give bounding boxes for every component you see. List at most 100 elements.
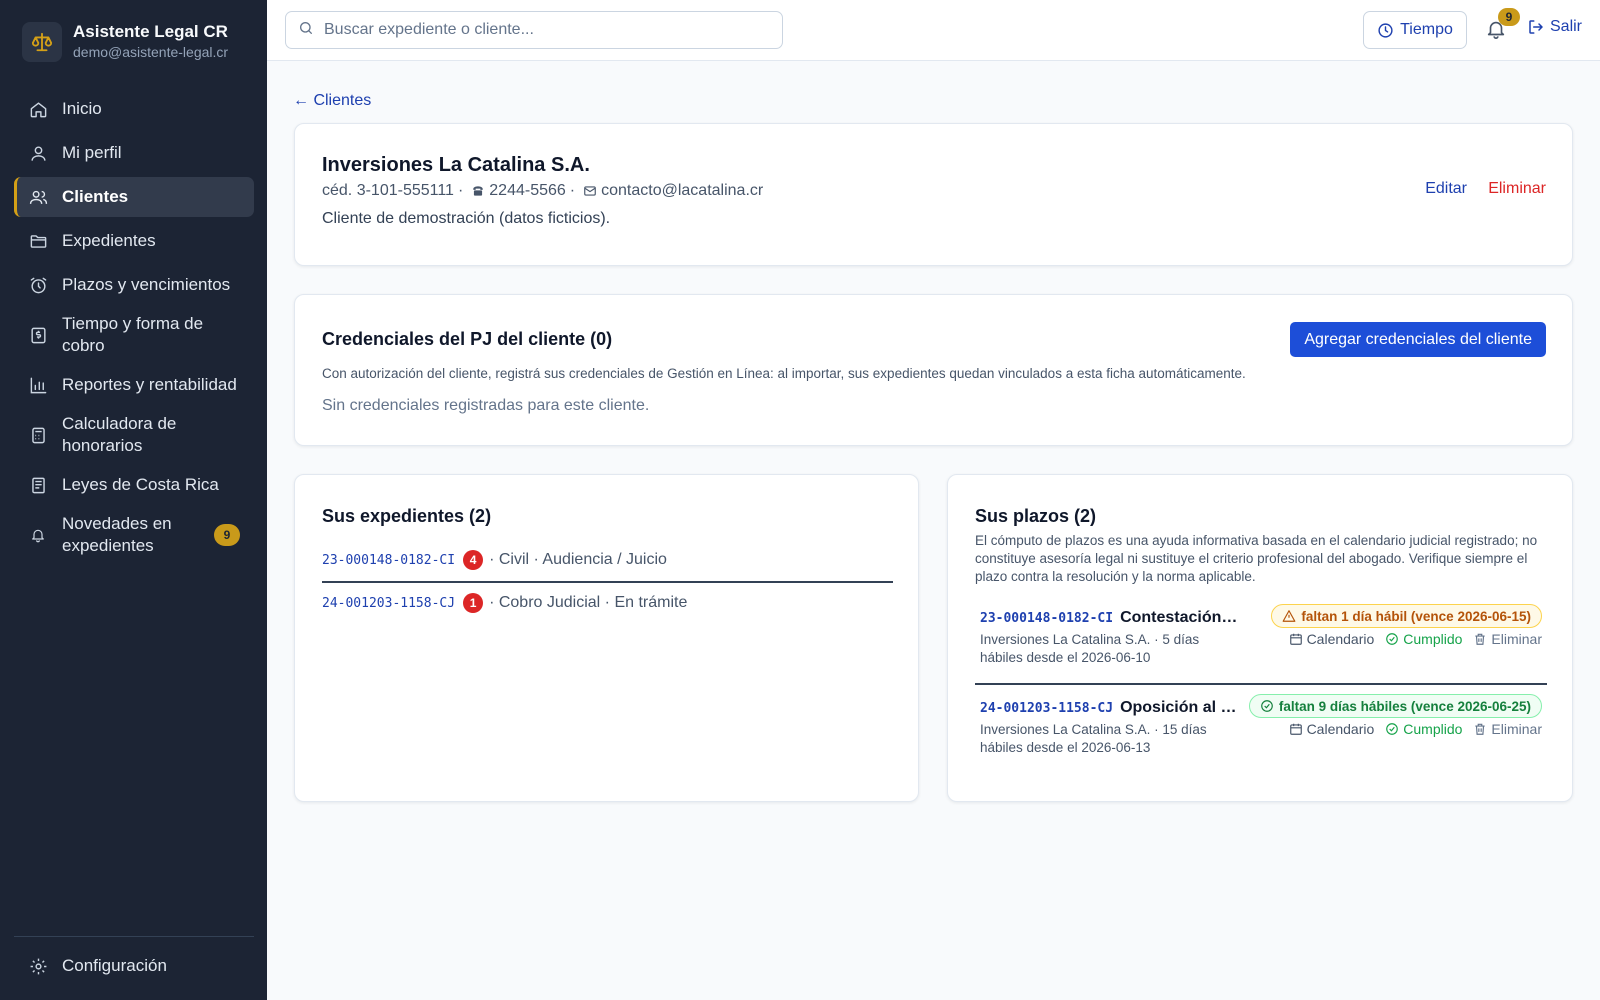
calendar-button[interactable]: Calendario xyxy=(1289,721,1375,737)
expedientes-title: Sus expedientes (2) xyxy=(322,506,492,526)
sidebar-item-label: Clientes xyxy=(62,187,129,206)
calendar-icon xyxy=(1289,723,1302,735)
home-icon xyxy=(28,99,48,119)
clock-icon xyxy=(1377,22,1394,39)
plazos-title: Sus plazos (2) xyxy=(975,506,1097,526)
sidebar: Asistente Legal CR demo@asistente-legal.… xyxy=(0,0,267,1000)
sidebar-item-label: Calculadora de honorarios xyxy=(62,414,177,455)
expediente-link[interactable]: 24-001203-1158-CJ xyxy=(322,596,455,611)
search-icon xyxy=(298,20,314,41)
credentials-help-text: Con autorización del cliente, registrá s… xyxy=(322,366,1246,381)
bar-chart-icon xyxy=(28,375,48,395)
time-button[interactable]: Tiempo xyxy=(1363,11,1467,49)
brand: Asistente Legal CR demo@asistente-legal.… xyxy=(22,22,228,62)
sidebar-item-configuracion[interactable]: Configuración xyxy=(14,946,254,986)
sidebar-item-mi-perfil[interactable]: Mi perfil xyxy=(14,133,254,173)
sidebar-item-expedientes[interactable]: Expedientes xyxy=(14,221,254,261)
phone-icon xyxy=(471,184,485,198)
sidebar-item-label: Inicio xyxy=(62,99,102,118)
gear-icon xyxy=(28,956,48,976)
client-phone: 2244-5566 xyxy=(489,182,566,199)
sidebar-item-reportes[interactable]: Reportes y rentabilidad xyxy=(14,365,254,405)
top-bar: Tiempo 9 Salir xyxy=(267,0,1600,61)
sidebar-item-clientes[interactable]: Clientes xyxy=(14,177,254,217)
back-to-clients-link[interactable]: ← Clientes xyxy=(293,92,371,110)
plazo-expediente-link[interactable]: 23-000148-0182-CI xyxy=(980,611,1113,626)
expediente-link[interactable]: 23-000148-0182-CI xyxy=(322,553,455,568)
users-icon xyxy=(28,187,48,207)
calendar-button[interactable]: Calendario xyxy=(1289,631,1375,647)
trash-icon xyxy=(1475,723,1486,735)
status-text: faltan 1 día hábil (vence 2026-06-15) xyxy=(1301,608,1531,624)
credentials-empty-state: Sin credenciales registradas para este c… xyxy=(322,397,650,414)
list-item: 23-000148-0182-CI Contestación de la dem… xyxy=(975,595,1547,683)
count-badge: 1 xyxy=(463,593,484,613)
sidebar-item-tiempo-cobro[interactable]: Tiempo y forma de cobro xyxy=(14,309,254,361)
plazo-subtitle: Inversiones La Catalina S.A. · 5 días há… xyxy=(980,632,1200,665)
book-icon xyxy=(28,475,48,495)
client-id: céd. 3-101-555111 xyxy=(322,182,454,199)
expedientes-card: Sus expedientes (2) 23-000148-0182-CI 4 … xyxy=(294,474,919,802)
sidebar-item-leyes[interactable]: Leyes de Costa Rica xyxy=(14,465,254,505)
expediente-detail: · Civil · Audiencia / Juicio xyxy=(489,551,667,568)
calendar-icon xyxy=(1289,633,1302,645)
calendar-label: Calendario xyxy=(1306,721,1375,737)
folder-icon xyxy=(28,231,48,251)
sidebar-item-label: Mi perfil xyxy=(62,143,122,162)
status-badge: faltan 9 días hábiles (vence 2026-06-25) xyxy=(1248,694,1542,718)
plazo-subtitle: Inversiones La Catalina S.A. · 15 días h… xyxy=(980,722,1207,755)
mail-icon xyxy=(583,184,597,198)
app-name: Asistente Legal CR xyxy=(73,22,228,41)
calendar-label: Calendario xyxy=(1306,631,1375,647)
plazos-list: 23-000148-0182-CI Contestación de la dem… xyxy=(975,595,1547,771)
plazo-actions: Calendario Cumplido Eliminar xyxy=(1278,631,1542,647)
plazos-disclaimer: El cómputo de plazos es una ayuda inform… xyxy=(975,533,1538,584)
logout-button[interactable]: Salir xyxy=(1527,18,1582,36)
search-input[interactable] xyxy=(324,21,764,39)
sidebar-nav: Inicio Mi perfil Clientes Expedientes Pl… xyxy=(14,89,254,565)
search-box[interactable] xyxy=(285,11,783,49)
client-meta: céd. 3-101-555111 · 2244-5566 · contacto… xyxy=(322,182,764,199)
delete-label: Eliminar xyxy=(1491,631,1542,647)
client-card: Inversiones La Catalina S.A. céd. 3-101-… xyxy=(294,123,1573,266)
edit-client-button[interactable]: Editar xyxy=(1425,180,1467,198)
mark-done-button[interactable]: Cumplido xyxy=(1385,721,1462,737)
novedades-badge: 9 xyxy=(214,524,240,546)
sidebar-item-novedades[interactable]: Novedades en expedientes 9 xyxy=(14,509,254,561)
user-email: demo@asistente-legal.cr xyxy=(73,44,229,60)
client-email: contacto@lacatalina.cr xyxy=(601,182,764,199)
billing-icon xyxy=(28,325,48,345)
done-label: Cumplido xyxy=(1403,631,1463,647)
check-circle-icon xyxy=(1386,633,1399,645)
delete-client-button[interactable]: Eliminar xyxy=(1488,180,1546,198)
delete-plazo-button[interactable]: Eliminar xyxy=(1473,721,1542,737)
sidebar-item-label: Leyes de Costa Rica xyxy=(62,475,219,494)
list-item: 23-000148-0182-CI 4 · Civil · Audiencia … xyxy=(322,539,893,581)
add-credentials-button[interactable]: Agregar credenciales del cliente xyxy=(1290,322,1546,357)
sidebar-item-label: Plazos y vencimientos xyxy=(62,275,231,294)
user-icon xyxy=(28,143,48,163)
credentials-title: Credenciales del PJ del cliente (0) xyxy=(322,329,613,349)
expedientes-list: 23-000148-0182-CI 4 · Civil · Audiencia … xyxy=(322,539,893,623)
client-name: Inversiones La Catalina S.A. xyxy=(322,154,590,176)
trash-icon xyxy=(1475,633,1486,645)
logout-label: Salir xyxy=(1550,18,1583,35)
sidebar-item-label: Configuración xyxy=(62,956,167,975)
sidebar-item-calculadora[interactable]: Calculadora de honorarios xyxy=(14,409,254,461)
sidebar-item-inicio[interactable]: Inicio xyxy=(14,89,254,129)
plazo-expediente-link[interactable]: 24-001203-1158-CJ xyxy=(980,701,1113,716)
time-button-label: Tiempo xyxy=(1400,21,1453,38)
count-badge: 4 xyxy=(463,550,484,570)
mark-done-button[interactable]: Cumplido xyxy=(1385,631,1462,647)
sidebar-divider xyxy=(14,936,254,937)
calculator-icon xyxy=(28,425,48,445)
delete-plazo-button[interactable]: Eliminar xyxy=(1473,631,1542,647)
delete-label: Eliminar xyxy=(1491,721,1542,737)
sidebar-item-label: Novedades en expedientes xyxy=(62,514,172,555)
client-description: Cliente de demostración (datos ficticios… xyxy=(322,210,611,227)
sidebar-item-plazos[interactable]: Plazos y vencimientos xyxy=(14,265,254,305)
plazo-name: Oposición al cobro xyxy=(1120,699,1240,716)
bell-icon xyxy=(28,525,48,545)
sidebar-item-label: Tiempo y forma de cobro xyxy=(62,314,204,355)
done-label: Cumplido xyxy=(1403,721,1463,737)
